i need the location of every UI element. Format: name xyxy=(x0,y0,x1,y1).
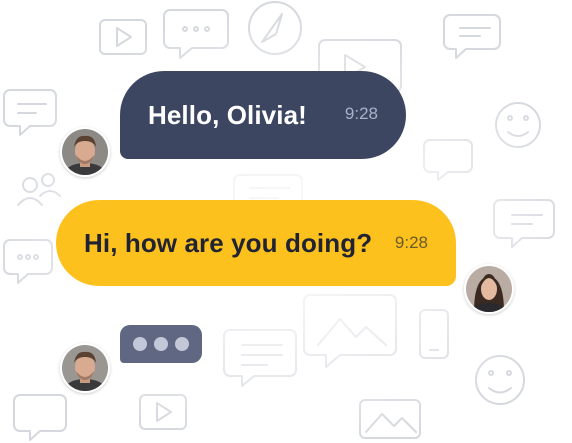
message-timestamp: 9:28 xyxy=(394,233,428,252)
male-portrait-icon xyxy=(62,345,108,391)
typing-dot xyxy=(154,337,168,351)
avatar-male-typing[interactable] xyxy=(60,343,110,393)
message-timestamp: 9:28 xyxy=(344,104,378,123)
typing-dot xyxy=(175,337,189,351)
message-text: Hi, how are you doing? xyxy=(84,227,373,258)
female-portrait-icon xyxy=(466,266,512,312)
avatar-male-sender[interactable] xyxy=(60,127,110,177)
outgoing-message-bubble[interactable]: Hi, how are you doing? 9:28 xyxy=(56,200,456,286)
avatar-female-sender[interactable] xyxy=(464,264,514,314)
typing-dot xyxy=(133,337,147,351)
typing-indicator xyxy=(120,325,202,363)
male-portrait-icon xyxy=(62,129,108,175)
incoming-message-bubble[interactable]: Hello, Olivia! 9:28 xyxy=(120,71,406,159)
message-text: Hello, Olivia! xyxy=(148,99,307,130)
